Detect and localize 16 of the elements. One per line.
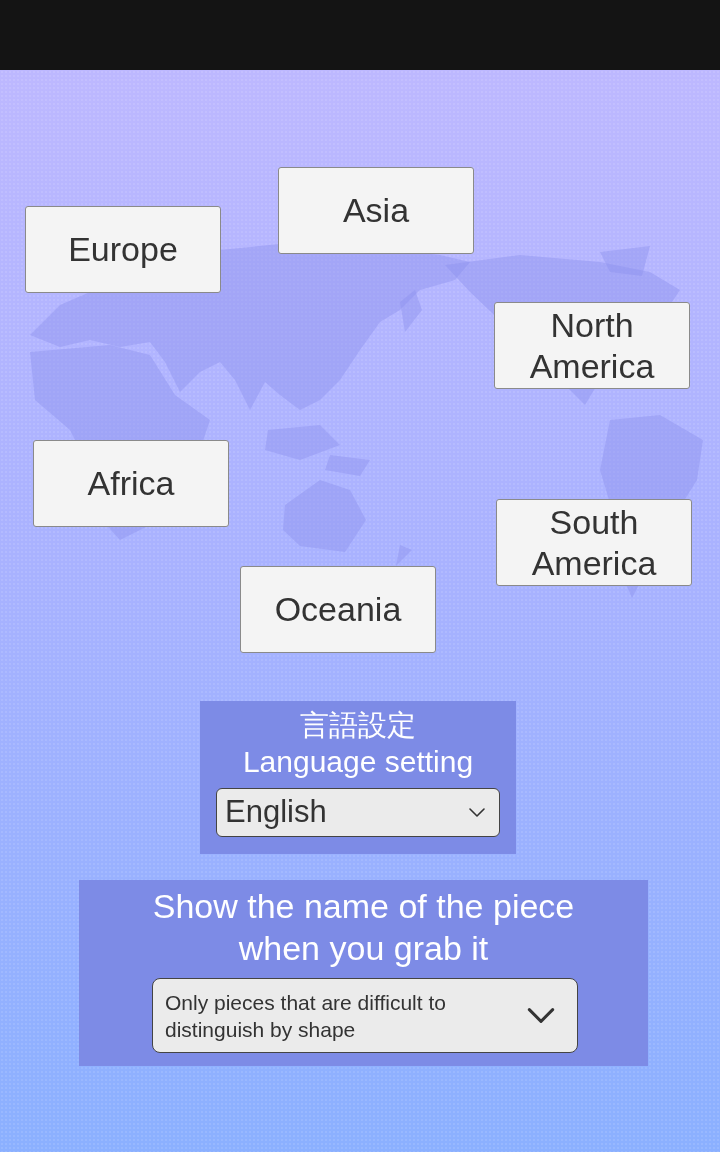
language-setting-title-japanese: 言語設定 [299,708,417,743]
continent-piece[interactable]: North America [494,302,690,389]
name-display-dropdown[interactable]: Only pieces that are difficult to distinguish by shape [152,978,578,1053]
continent-piece[interactable]: Oceania [240,566,436,653]
continent-piece[interactable]: South America [496,499,692,586]
island [396,545,412,566]
continent-piece[interactable]: Africa [33,440,229,527]
chevron-down-icon [469,808,485,817]
chevron-down-icon [527,1008,555,1023]
continent-piece[interactable]: Asia [278,167,474,254]
name-display-setting-title: Show the name of the piece when you grab it [151,886,576,969]
island [600,246,650,276]
language-dropdown[interactable]: English [216,788,500,837]
island [400,290,422,332]
language-setting-title: Language setting [241,744,475,780]
continent-piece[interactable]: Europe [25,206,221,293]
